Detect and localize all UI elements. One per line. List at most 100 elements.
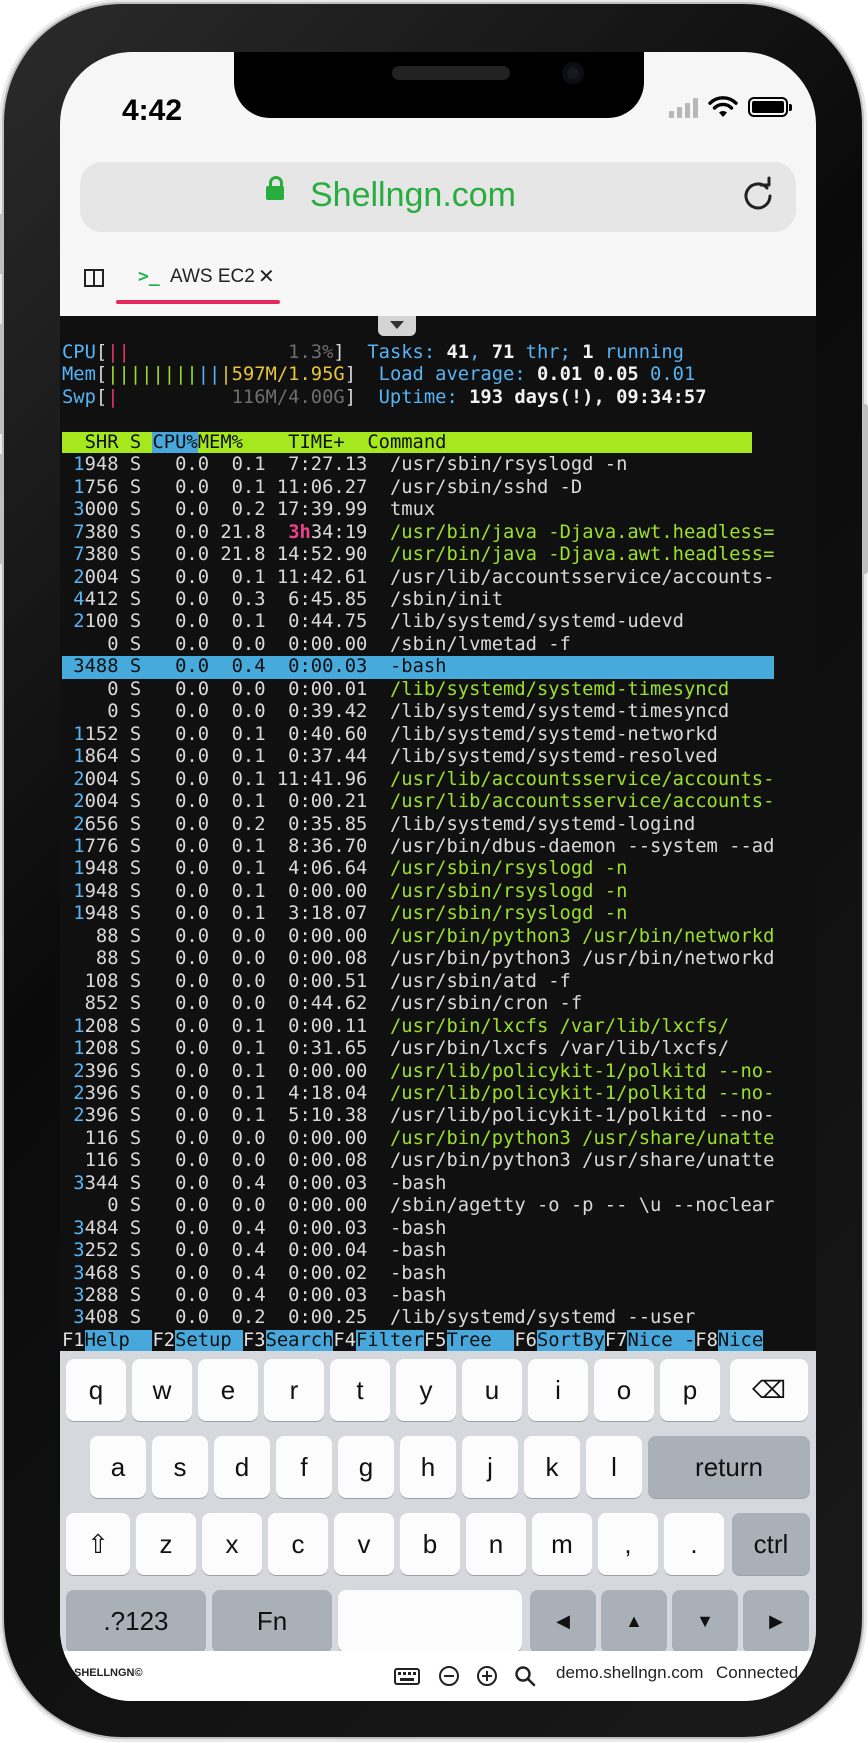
key-v[interactable]: v xyxy=(334,1513,394,1575)
key-l[interactable]: l xyxy=(586,1436,642,1498)
shift-key[interactable]: ⇧ xyxy=(66,1513,130,1575)
zoom-in-icon[interactable] xyxy=(474,1663,500,1689)
arrow-right-key[interactable]: ▶ xyxy=(743,1590,809,1652)
key-r[interactable]: r xyxy=(264,1359,324,1421)
process-row[interactable]: 3288 S 0.0 0.4 0:00.03 -bash xyxy=(62,1285,774,1306)
fkey-nice-button[interactable]: Nice xyxy=(717,1329,764,1351)
process-row[interactable]: 852 S 0.0 0.0 0:44.62 /usr/sbin/cron -f xyxy=(62,993,774,1014)
address-bar[interactable]: Shellngn.com xyxy=(80,162,796,232)
process-row[interactable]: 2004 S 0.0 0.1 11:41.96 /usr/lib/account… xyxy=(62,769,774,790)
column-header-s[interactable]: S xyxy=(130,432,141,453)
collapse-toolbar-button[interactable] xyxy=(378,316,416,336)
process-row[interactable]: 88 S 0.0 0.0 0:00.08 /usr/bin/python3 /u… xyxy=(62,948,775,969)
process-row[interactable]: 116 S 0.0 0.0 0:00.08 /usr/bin/python3 /… xyxy=(62,1150,775,1171)
key-m[interactable]: m xyxy=(532,1513,592,1575)
process-row[interactable]: 0 S 0.0 0.0 0:00.00 /sbin/lvmetad -f xyxy=(62,634,774,655)
process-row[interactable]: 3408 S 0.0 0.2 0:00.25 /lib/systemd/syst… xyxy=(62,1307,774,1328)
process-row[interactable]: 3344 S 0.0 0.4 0:00.03 -bash xyxy=(62,1173,774,1194)
reload-icon[interactable] xyxy=(738,176,778,216)
process-row[interactable]: 1152 S 0.0 0.1 0:40.60 /lib/systemd/syst… xyxy=(62,724,774,745)
key-o[interactable]: o xyxy=(594,1359,654,1421)
ctrl-key[interactable]: ctrl xyxy=(732,1513,810,1575)
arrow-left-key[interactable]: ◀ xyxy=(530,1590,596,1652)
key-x[interactable]: x xyxy=(202,1513,262,1575)
fkey-setup-button[interactable]: Setup xyxy=(175,1329,243,1351)
search-icon[interactable] xyxy=(512,1663,538,1689)
key-a[interactable]: a xyxy=(90,1436,146,1498)
process-row[interactable]: 1864 S 0.0 0.1 0:37.44 /lib/systemd/syst… xyxy=(62,746,774,767)
process-row[interactable]: 1948 S 0.0 0.1 7:27.13 /usr/sbin/rsyslog… xyxy=(62,454,774,475)
fkey-nice-button[interactable]: Nice - xyxy=(627,1329,696,1351)
keyboard-icon[interactable] xyxy=(394,1663,420,1689)
process-row[interactable]: 116 S 0.0 0.0 0:00.00 /usr/bin/python3 /… xyxy=(62,1128,775,1149)
process-row[interactable]: 4412 S 0.0 0.3 6:45.85 /sbin/init xyxy=(62,589,774,610)
key-k[interactable]: k xyxy=(524,1436,580,1498)
process-row[interactable]: 3468 S 0.0 0.4 0:00.02 -bash xyxy=(62,1263,774,1284)
fkey-tree-button[interactable]: Tree xyxy=(446,1329,515,1351)
process-row[interactable]: 3488 S 0.0 0.4 0:00.03 -bash xyxy=(62,656,775,679)
process-row[interactable]: 7380 S 0.0 21.8 14:52.90 /usr/bin/java -… xyxy=(62,544,774,565)
key-d[interactable]: d xyxy=(214,1436,270,1498)
fkey-filter-button[interactable]: Filter xyxy=(356,1329,424,1351)
key-period[interactable]: . xyxy=(664,1513,724,1575)
process-row[interactable]: 1776 S 0.0 0.1 8:36.70 /usr/bin/dbus-dae… xyxy=(62,836,774,857)
numbers-key[interactable]: .?123 xyxy=(66,1590,206,1652)
fkey-search-button[interactable]: Search xyxy=(265,1329,334,1351)
key-p[interactable]: p xyxy=(660,1359,720,1421)
arrow-up-key[interactable]: ▲ xyxy=(601,1590,667,1652)
key-b[interactable]: b xyxy=(400,1513,460,1575)
key-w[interactable]: w xyxy=(132,1359,192,1421)
process-row[interactable]: 0 S 0.0 0.0 0:39.42 /lib/systemd/systemd… xyxy=(62,701,774,722)
return-key[interactable]: return xyxy=(648,1436,810,1498)
key-comma[interactable]: , xyxy=(598,1513,658,1575)
terminal-view[interactable]: CPU[|| 1.3%] Tasks: 41, 71 thr; 1 runnin… xyxy=(60,316,816,1351)
column-header-cpu[interactable]: CPU% xyxy=(152,431,198,453)
column-header-shr[interactable]: SHR xyxy=(62,432,130,453)
key-s[interactable]: s xyxy=(152,1436,208,1498)
fkey-help-button[interactable]: Help xyxy=(84,1329,153,1351)
column-header-mem[interactable]: MEM% xyxy=(198,432,243,453)
process-row[interactable]: 2396 S 0.0 0.1 0:00.00 /usr/lib/policyki… xyxy=(62,1061,774,1082)
key-t[interactable]: t xyxy=(330,1359,390,1421)
process-row[interactable]: 2396 S 0.0 0.1 4:18.04 /usr/lib/policyki… xyxy=(62,1083,774,1104)
process-table-header[interactable]: SHR S CPU%MEM% TIME+ Command xyxy=(62,431,752,453)
sidebar-toggle-icon[interactable] xyxy=(84,269,104,287)
process-row[interactable]: 2396 S 0.0 0.1 5:10.38 /usr/lib/policyki… xyxy=(62,1105,774,1126)
column-header-command[interactable]: Command xyxy=(367,432,751,453)
process-row[interactable]: 88 S 0.0 0.0 0:00.00 /usr/bin/python3 /u… xyxy=(62,926,775,947)
process-row[interactable]: 1208 S 0.0 0.1 0:00.11 /usr/bin/lxcfs /v… xyxy=(62,1016,774,1037)
process-row[interactable]: 2656 S 0.0 0.2 0:35.85 /lib/systemd/syst… xyxy=(62,814,774,835)
tab-aws-ec2[interactable]: >_ AWS EC2 ✕ xyxy=(116,254,280,304)
key-z[interactable]: z xyxy=(136,1513,196,1575)
column-header-time[interactable]: TIME+ xyxy=(243,432,367,453)
process-row[interactable]: 0 S 0.0 0.0 0:00.00 /sbin/agetty -o -p -… xyxy=(62,1195,774,1216)
process-row[interactable]: 2100 S 0.0 0.1 0:44.75 /lib/systemd/syst… xyxy=(62,611,774,632)
process-row[interactable]: 7380 S 0.0 21.8 3h34:19 /usr/bin/java -D… xyxy=(62,522,774,543)
process-row[interactable]: 1756 S 0.0 0.1 11:06.27 /usr/sbin/sshd -… xyxy=(62,477,774,498)
process-row[interactable]: 1208 S 0.0 0.1 0:31.65 /usr/bin/lxcfs /v… xyxy=(62,1038,774,1059)
process-row[interactable]: 3484 S 0.0 0.4 0:00.03 -bash xyxy=(62,1218,774,1239)
process-row[interactable]: 1948 S 0.0 0.1 0:00.00 /usr/sbin/rsyslog… xyxy=(62,881,774,902)
process-row[interactable]: 1948 S 0.0 0.1 4:06.64 /usr/sbin/rsyslog… xyxy=(62,858,774,879)
fkey-sortby-button[interactable]: SortBy xyxy=(536,1329,605,1351)
tab-close-icon[interactable]: ✕ xyxy=(258,264,275,288)
key-e[interactable]: e xyxy=(198,1359,258,1421)
process-row[interactable]: 108 S 0.0 0.0 0:00.51 /usr/sbin/atd -f xyxy=(62,971,774,992)
process-row[interactable]: 2004 S 0.0 0.1 0:00.21 /usr/lib/accounts… xyxy=(62,791,774,812)
key-u[interactable]: u xyxy=(462,1359,522,1421)
zoom-out-icon[interactable] xyxy=(436,1663,462,1689)
process-row[interactable]: 3000 S 0.0 0.2 17:39.99 tmux xyxy=(62,499,774,520)
key-q[interactable]: q xyxy=(66,1359,126,1421)
space-key[interactable] xyxy=(338,1590,522,1652)
backspace-key[interactable]: ⌫ xyxy=(730,1359,808,1421)
key-i[interactable]: i xyxy=(528,1359,588,1421)
key-f[interactable]: f xyxy=(276,1436,332,1498)
key-g[interactable]: g xyxy=(338,1436,394,1498)
fn-key[interactable]: Fn xyxy=(212,1590,332,1652)
key-j[interactable]: j xyxy=(462,1436,518,1498)
key-c[interactable]: c xyxy=(268,1513,328,1575)
key-n[interactable]: n xyxy=(466,1513,526,1575)
process-row[interactable]: 2004 S 0.0 0.1 11:42.61 /usr/lib/account… xyxy=(62,567,774,588)
key-h[interactable]: h xyxy=(400,1436,456,1498)
key-y[interactable]: y xyxy=(396,1359,456,1421)
